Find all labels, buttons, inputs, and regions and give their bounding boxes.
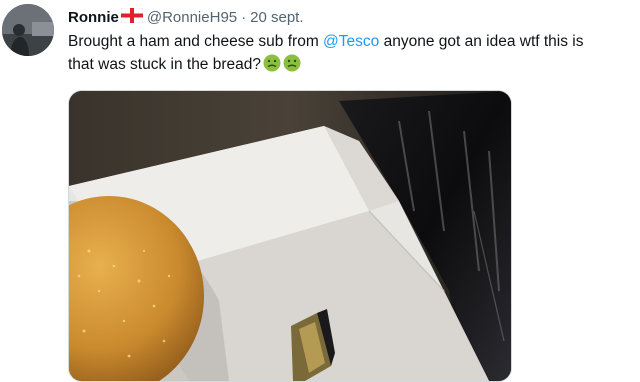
avatar-photo-icon (2, 4, 54, 56)
tweet-text-line-2-text: that was stuck in the bread? (68, 56, 262, 73)
sandwich-photo-icon (69, 91, 511, 381)
tweet-text-part-1: Brought a ham and cheese sub from (68, 33, 324, 50)
mention-link[interactable]: @Tesco (323, 33, 379, 50)
header-separator: · (241, 8, 247, 26)
author-avatar[interactable] (2, 4, 54, 56)
tweet-text: Brought a ham and cheese sub from @Tesco… (68, 30, 640, 79)
tweet-text-part-2: anyone got an idea wtf this is (379, 33, 584, 50)
author-handle[interactable]: @RonnieH95 (147, 9, 237, 26)
nauseated-face-icon (283, 54, 301, 79)
author-name[interactable]: Ronnie (68, 9, 119, 26)
tweet-text-line-2: that was stuck in the bread? (68, 53, 640, 79)
tweet-text-line-1: Brought a ham and cheese sub from @Tesco… (68, 30, 640, 53)
england-flag-icon (120, 7, 144, 27)
nauseated-face-icon (263, 54, 281, 79)
tweet-date[interactable]: 20 sept. (250, 9, 303, 26)
tweet-media-photo[interactable] (68, 90, 512, 382)
tweet-header: Ronnie @RonnieH95 · 20 sept. (68, 6, 304, 28)
